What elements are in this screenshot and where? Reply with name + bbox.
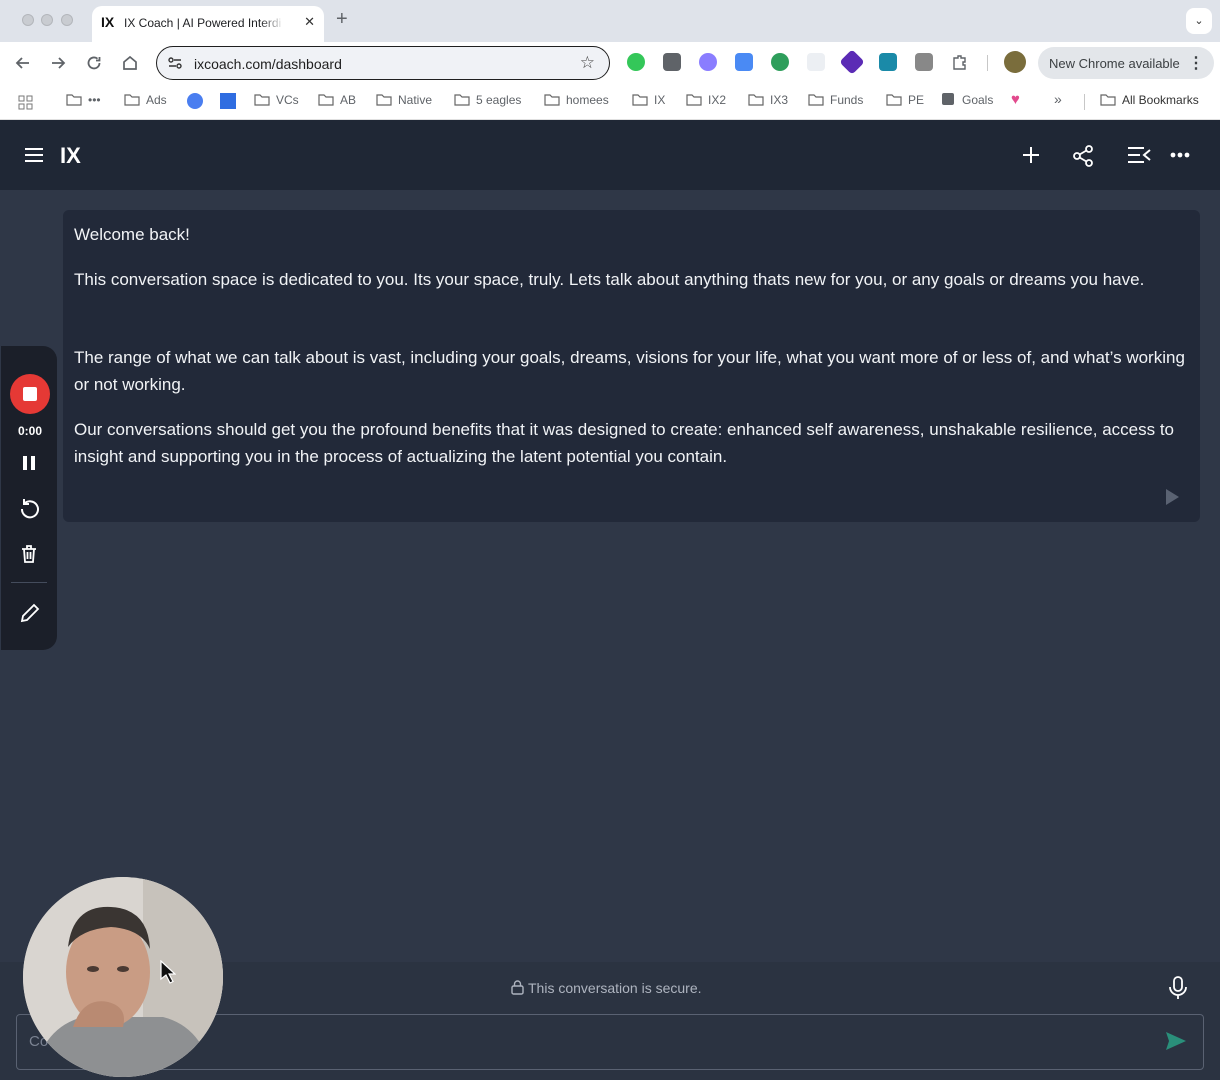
extension-blank-icon[interactable]: [807, 53, 825, 71]
bookmark-ix3[interactable]: IX3: [748, 93, 788, 111]
update-label: New Chrome available: [1049, 56, 1180, 71]
bookmark-pe[interactable]: PE: [886, 93, 924, 111]
screen-recorder-controls: 0:00: [1, 346, 57, 650]
mouse-cursor-icon: [160, 960, 176, 984]
site-settings-icon[interactable]: [167, 55, 183, 71]
bookmark-ads[interactable]: Ads: [124, 93, 167, 111]
send-icon[interactable]: [1165, 1031, 1187, 1051]
bookmark-star-icon[interactable]: ☆: [580, 53, 595, 73]
bookmark-goals[interactable]: Goals: [942, 93, 993, 111]
bookmark-jira-icon[interactable]: [220, 93, 236, 109]
bookmark-appstore-icon[interactable]: [187, 93, 203, 109]
bookmarks-divider: [1084, 94, 1085, 110]
close-window-button[interactable]: [22, 14, 34, 26]
tab-search-button[interactable]: ⌄: [1186, 8, 1212, 34]
kebab-menu-icon[interactable]: ⋮: [1188, 53, 1204, 73]
pause-icon[interactable]: [19, 454, 39, 472]
more-options-icon[interactable]: [1170, 152, 1190, 158]
secure-text: This conversation is secure.: [528, 980, 702, 996]
extensions-puzzle-icon[interactable]: [951, 53, 969, 71]
more-bookmarks-icon[interactable]: »: [1054, 91, 1062, 109]
bookmark-folder-more[interactable]: •••: [66, 93, 101, 111]
bookmark-heart-icon[interactable]: ♥: [1011, 91, 1020, 109]
webcam-preview[interactable]: [23, 877, 223, 1077]
recorder-divider: [11, 582, 47, 583]
recording-timer: 0:00: [17, 424, 43, 438]
tab-title: IX Coach | AI Powered Interdi: [124, 16, 282, 30]
bookmark-ix[interactable]: IX: [632, 93, 665, 111]
profile-avatar[interactable]: [1004, 51, 1026, 73]
new-tab-icon[interactable]: +: [336, 8, 348, 31]
zoom-window-button[interactable]: [61, 14, 73, 26]
microphone-icon[interactable]: [1168, 976, 1188, 1000]
new-conversation-icon[interactable]: [1021, 145, 1041, 165]
extension-layers-icon[interactable]: [839, 49, 865, 75]
extension-flag-icon[interactable]: [879, 53, 897, 71]
minimize-window-button[interactable]: [41, 14, 53, 26]
bookmark-funds[interactable]: Funds: [808, 93, 863, 111]
browser-tab[interactable]: IX IX Coach | AI Powered Interdi ✕: [92, 6, 324, 42]
extension-translate-icon[interactable]: [735, 53, 753, 71]
secure-notice: This conversation is secure.: [511, 980, 702, 996]
extension-snowflake-icon[interactable]: [699, 53, 717, 71]
coach-message-card: Welcome back! This conversation space is…: [63, 210, 1200, 522]
pencil-icon[interactable]: [19, 602, 41, 624]
forward-icon[interactable]: [48, 53, 68, 73]
url-text: ixcoach.com/dashboard: [194, 56, 342, 72]
collapse-panel-icon[interactable]: [1126, 145, 1152, 165]
message-paragraph: The range of what we can talk about is v…: [74, 348, 1185, 394]
chrome-update-button[interactable]: New Chrome available ⋮: [1038, 47, 1214, 79]
app-logo: IX: [60, 143, 81, 168]
app-header: IX: [0, 120, 1220, 190]
message-paragraph: Our conversations should get you the pro…: [74, 420, 1175, 466]
browser-toolbar: ixcoach.com/dashboard ☆ New Chrome avail…: [0, 42, 1220, 84]
tab-strip: IX IX Coach | AI Powered Interdi ✕ + ⌄: [0, 0, 1220, 42]
webcam-person-image: [23, 877, 223, 1077]
restart-icon[interactable]: [19, 498, 41, 520]
share-icon[interactable]: [1072, 145, 1094, 167]
stop-recording-button[interactable]: [10, 374, 50, 414]
bookmark-ix2[interactable]: IX2: [686, 93, 726, 111]
tab-favicon: IX: [101, 14, 115, 30]
extension-gear-icon[interactable]: [915, 53, 933, 71]
home-icon[interactable]: [120, 53, 140, 73]
extension-phone-icon[interactable]: [771, 53, 789, 71]
reload-icon[interactable]: [84, 53, 104, 73]
bookmark-vcs[interactable]: VCs: [254, 93, 299, 111]
bookmark-homees[interactable]: homees: [544, 93, 609, 111]
trash-icon[interactable]: [19, 544, 39, 564]
extension-green-icon[interactable]: [627, 53, 645, 71]
address-bar[interactable]: ixcoach.com/dashboard ☆: [156, 46, 610, 80]
message-paragraph: This conversation space is dedicated to …: [74, 270, 1145, 289]
bookmark-native[interactable]: Native: [376, 93, 432, 111]
back-icon[interactable]: [13, 53, 33, 73]
tab-close-icon[interactable]: ✕: [304, 14, 315, 30]
apps-grid-icon[interactable]: [18, 94, 34, 112]
lock-icon: [511, 980, 524, 995]
extension-dots-icon[interactable]: [663, 53, 681, 71]
bookmarks-bar: ••• Ads VCs AB Native 5 eagles homees IX…: [0, 84, 1220, 120]
play-audio-icon[interactable]: [1164, 488, 1180, 506]
menu-icon[interactable]: [25, 148, 43, 162]
message-greeting: Welcome back!: [74, 225, 190, 244]
all-bookmarks[interactable]: All Bookmarks: [1100, 93, 1199, 111]
bookmark-ab[interactable]: AB: [318, 93, 356, 111]
bookmark-5-eagles[interactable]: 5 eagles: [454, 93, 521, 111]
toolbar-divider: [987, 55, 988, 71]
